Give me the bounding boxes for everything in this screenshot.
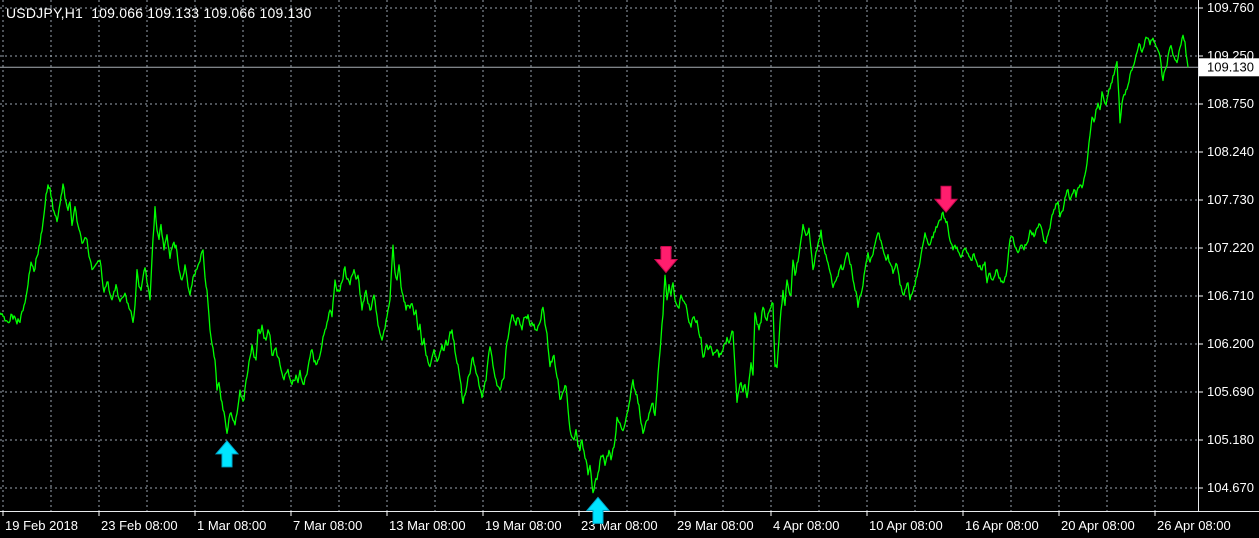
current-price-label: 109.130 bbox=[1207, 59, 1254, 74]
x-axis-label: 4 Apr 08:00 bbox=[773, 518, 840, 533]
x-axis-label: 1 Mar 08:00 bbox=[197, 518, 266, 533]
x-axis-label: 13 Mar 08:00 bbox=[389, 518, 466, 533]
y-axis-label: 107.220 bbox=[1207, 240, 1254, 255]
x-axis-label: 29 Mar 08:00 bbox=[677, 518, 754, 533]
x-axis-label: 16 Apr 08:00 bbox=[965, 518, 1039, 533]
chart-window: 109.760 109.250 108.750 108.240 107.730 107.2… bbox=[0, 0, 1259, 538]
x-axis-label: 20 Apr 08:00 bbox=[1061, 518, 1135, 533]
x-axis-label: 19 Feb 2018 bbox=[5, 518, 78, 533]
y-axis-label: 105.180 bbox=[1207, 432, 1254, 447]
y-axis-label: 106.200 bbox=[1207, 336, 1254, 351]
x-axis-label: 26 Apr 08:00 bbox=[1157, 518, 1231, 533]
x-axis-label: 19 Mar 08:00 bbox=[485, 518, 562, 533]
symbol-ohlc-title: USDJPY,H1 109.066 109.133 109.066 109.13… bbox=[6, 5, 312, 21]
y-axis-label: 108.750 bbox=[1207, 96, 1254, 111]
x-axis-label: 23 Feb 08:00 bbox=[101, 518, 178, 533]
y-axis-label: 106.710 bbox=[1207, 288, 1254, 303]
x-axis-label: 7 Mar 08:00 bbox=[293, 518, 362, 533]
y-axis-label: 104.670 bbox=[1207, 480, 1254, 495]
price-chart-canvas[interactable]: 109.760109.250108.750108.240107.730107.2… bbox=[0, 0, 1259, 538]
y-axis-label: 109.760 bbox=[1207, 0, 1254, 15]
x-axis-label: 23 Mar 08:00 bbox=[581, 518, 658, 533]
x-axis-label: 10 Apr 08:00 bbox=[869, 518, 943, 533]
y-axis-label: 107.730 bbox=[1207, 192, 1254, 207]
chart-background bbox=[0, 0, 1259, 538]
y-axis-label: 108.240 bbox=[1207, 144, 1254, 159]
y-axis-label: 105.690 bbox=[1207, 384, 1254, 399]
